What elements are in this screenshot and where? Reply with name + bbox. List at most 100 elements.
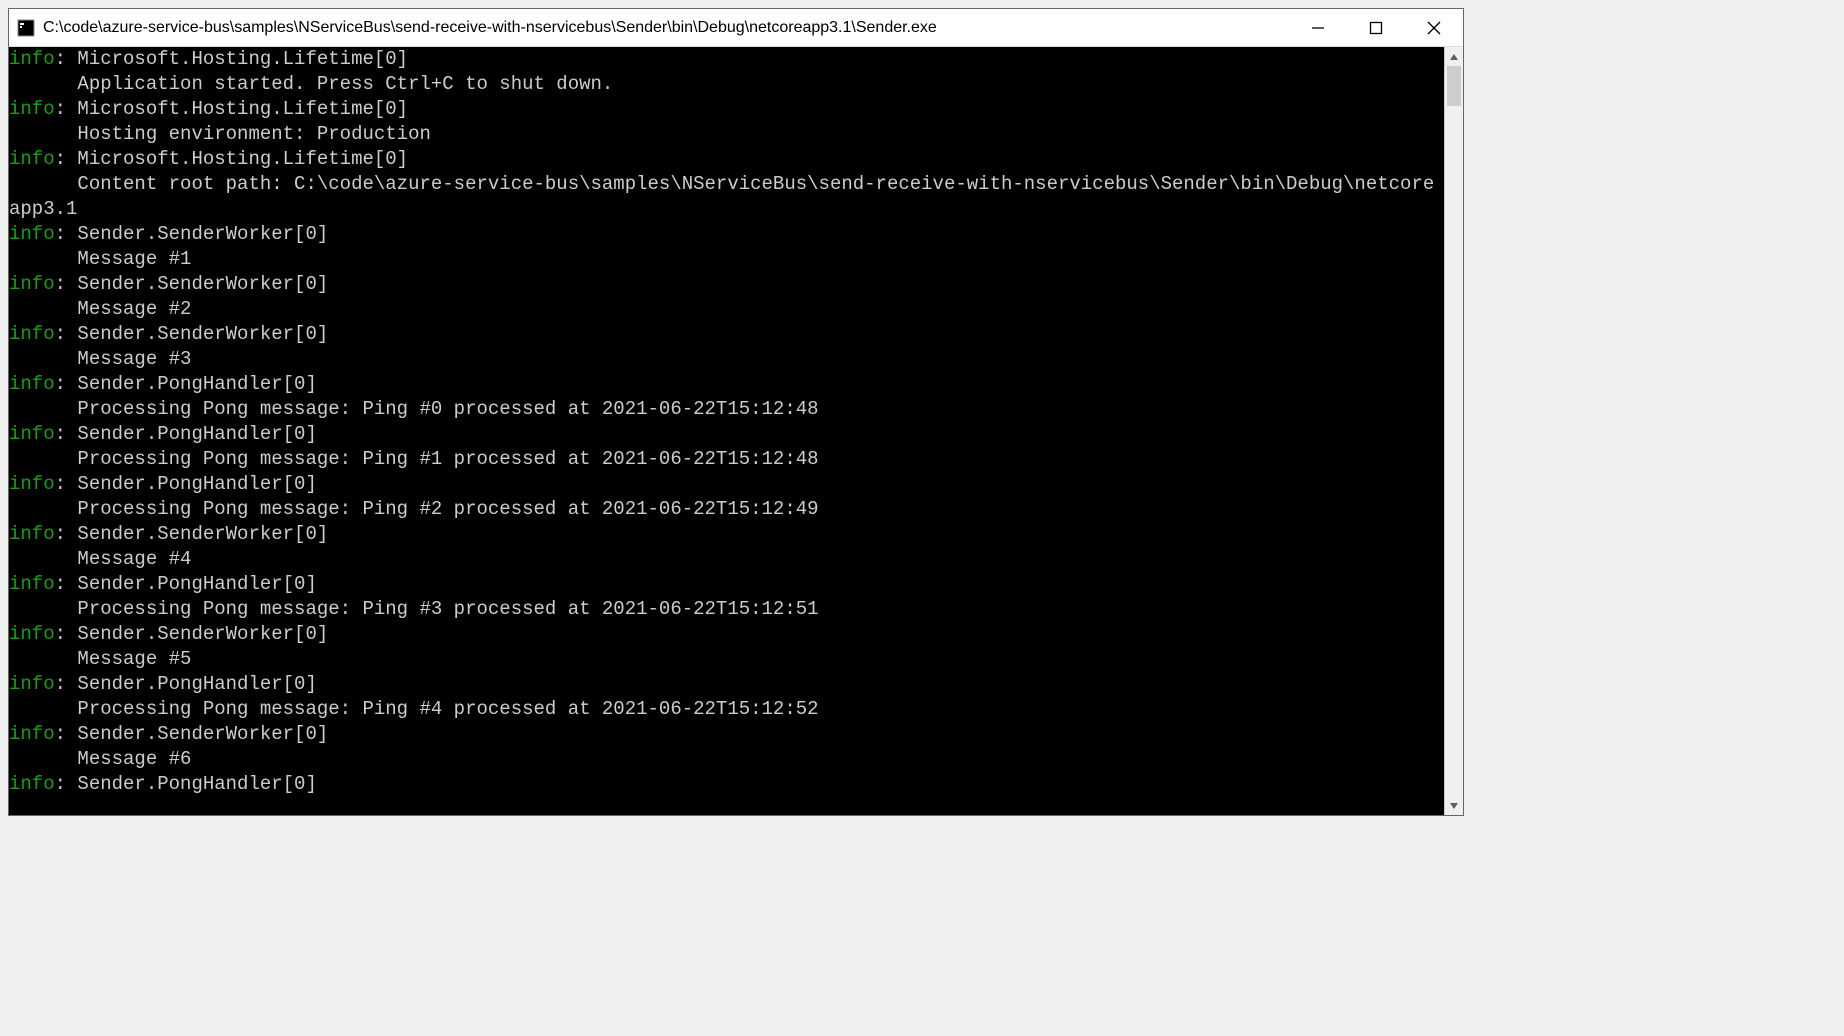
log-entry-header: info: Sender.SenderWorker[0] xyxy=(9,222,1444,247)
log-entry: info: Sender.PongHandler[0] xyxy=(9,772,1444,797)
log-entry: info: Sender.SenderWorker[0] Message #6 xyxy=(9,722,1444,772)
log-body: Application started. Press Ctrl+C to shu… xyxy=(9,72,1444,97)
log-separator: : xyxy=(55,48,78,70)
log-level: info xyxy=(9,473,55,495)
console-area: info: Microsoft.Hosting.Lifetime[0] Appl… xyxy=(9,47,1463,815)
log-level: info xyxy=(9,148,55,170)
log-source: Sender.PongHandler[0] xyxy=(77,423,316,445)
log-source: Sender.SenderWorker[0] xyxy=(77,623,328,645)
log-entry-header: info: Sender.PongHandler[0] xyxy=(9,772,1444,797)
log-level: info xyxy=(9,323,55,345)
vertical-scrollbar[interactable] xyxy=(1444,47,1463,815)
window-title: C:\code\azure-service-bus\samples\NServi… xyxy=(43,19,1289,37)
log-entry: info: Sender.SenderWorker[0] Message #4 xyxy=(9,522,1444,572)
log-source: Sender.PongHandler[0] xyxy=(77,373,316,395)
log-entry-header: info: Sender.SenderWorker[0] xyxy=(9,322,1444,347)
log-entry: info: Microsoft.Hosting.Lifetime[0] Host… xyxy=(9,97,1444,147)
log-source: Microsoft.Hosting.Lifetime[0] xyxy=(77,48,408,70)
log-entry: info: Sender.PongHandler[0] Processing P… xyxy=(9,372,1444,422)
log-level: info xyxy=(9,573,55,595)
maximize-button[interactable] xyxy=(1347,9,1405,46)
log-level: info xyxy=(9,523,55,545)
log-body: Message #6 xyxy=(9,747,1444,772)
log-body: Processing Pong message: Ping #1 process… xyxy=(9,447,1444,472)
log-entry-header: info: Sender.PongHandler[0] xyxy=(9,572,1444,597)
window-controls xyxy=(1289,9,1463,46)
log-source: Sender.PongHandler[0] xyxy=(77,573,316,595)
log-entry: info: Microsoft.Hosting.Lifetime[0] Cont… xyxy=(9,147,1444,222)
log-entry: info: Sender.SenderWorker[0] Message #5 xyxy=(9,622,1444,672)
log-separator: : xyxy=(55,573,78,595)
log-separator: : xyxy=(55,773,78,795)
log-entry-header: info: Sender.SenderWorker[0] xyxy=(9,522,1444,547)
log-source: Sender.SenderWorker[0] xyxy=(77,323,328,345)
log-level: info xyxy=(9,673,55,695)
log-entry: info: Sender.PongHandler[0] Processing P… xyxy=(9,672,1444,722)
log-level: info xyxy=(9,373,55,395)
log-source: Microsoft.Hosting.Lifetime[0] xyxy=(77,98,408,120)
scroll-thumb[interactable] xyxy=(1447,66,1461,106)
log-body: Message #3 xyxy=(9,347,1444,372)
log-entry-header: info: Sender.PongHandler[0] xyxy=(9,372,1444,397)
log-level: info xyxy=(9,773,55,795)
log-entry-header: info: Sender.PongHandler[0] xyxy=(9,472,1444,497)
log-source: Microsoft.Hosting.Lifetime[0] xyxy=(77,148,408,170)
log-level: info xyxy=(9,98,55,120)
scroll-up-button[interactable] xyxy=(1445,47,1463,66)
log-separator: : xyxy=(55,723,78,745)
log-body: Content root path: C:\code\azure-service… xyxy=(9,172,1444,222)
log-source: Sender.SenderWorker[0] xyxy=(77,723,328,745)
log-source: Sender.SenderWorker[0] xyxy=(77,223,328,245)
minimize-button[interactable] xyxy=(1289,9,1347,46)
log-level: info xyxy=(9,223,55,245)
log-level: info xyxy=(9,48,55,70)
log-separator: : xyxy=(55,473,78,495)
log-separator: : xyxy=(55,323,78,345)
log-separator: : xyxy=(55,623,78,645)
log-source: Sender.PongHandler[0] xyxy=(77,773,316,795)
log-body: Processing Pong message: Ping #3 process… xyxy=(9,597,1444,622)
log-source: Sender.PongHandler[0] xyxy=(77,473,316,495)
log-entry-header: info: Microsoft.Hosting.Lifetime[0] xyxy=(9,47,1444,72)
close-button[interactable] xyxy=(1405,9,1463,46)
log-separator: : xyxy=(55,223,78,245)
log-source: Sender.PongHandler[0] xyxy=(77,673,316,695)
log-entry: info: Microsoft.Hosting.Lifetime[0] Appl… xyxy=(9,47,1444,97)
log-separator: : xyxy=(55,523,78,545)
log-source: Sender.SenderWorker[0] xyxy=(77,523,328,545)
log-entry: info: Sender.SenderWorker[0] Message #3 xyxy=(9,322,1444,372)
log-entry: info: Sender.SenderWorker[0] Message #2 xyxy=(9,272,1444,322)
log-source: Sender.SenderWorker[0] xyxy=(77,273,328,295)
log-body: Message #2 xyxy=(9,297,1444,322)
log-separator: : xyxy=(55,273,78,295)
log-entry-header: info: Sender.PongHandler[0] xyxy=(9,672,1444,697)
log-separator: : xyxy=(55,373,78,395)
titlebar[interactable]: C:\code\azure-service-bus\samples\NServi… xyxy=(9,9,1463,47)
log-entry-header: info: Sender.SenderWorker[0] xyxy=(9,622,1444,647)
log-level: info xyxy=(9,723,55,745)
log-body: Hosting environment: Production xyxy=(9,122,1444,147)
scroll-down-button[interactable] xyxy=(1445,796,1463,815)
log-entry-header: info: Microsoft.Hosting.Lifetime[0] xyxy=(9,97,1444,122)
log-entry: info: Sender.PongHandler[0] Processing P… xyxy=(9,422,1444,472)
log-separator: : xyxy=(55,423,78,445)
log-entry-header: info: Sender.SenderWorker[0] xyxy=(9,272,1444,297)
log-entry: info: Sender.PongHandler[0] Processing P… xyxy=(9,572,1444,622)
log-entry: info: Sender.PongHandler[0] Processing P… xyxy=(9,472,1444,522)
log-entry: info: Sender.SenderWorker[0] Message #1 xyxy=(9,222,1444,272)
log-separator: : xyxy=(55,98,78,120)
console-window: C:\code\azure-service-bus\samples\NServi… xyxy=(8,8,1464,816)
log-body: Message #5 xyxy=(9,647,1444,672)
log-entry-header: info: Sender.SenderWorker[0] xyxy=(9,722,1444,747)
scroll-track[interactable] xyxy=(1445,66,1463,796)
log-entry-header: info: Microsoft.Hosting.Lifetime[0] xyxy=(9,147,1444,172)
log-level: info xyxy=(9,273,55,295)
app-icon xyxy=(17,19,35,37)
log-body: Processing Pong message: Ping #2 process… xyxy=(9,497,1444,522)
log-separator: : xyxy=(55,148,78,170)
console-output[interactable]: info: Microsoft.Hosting.Lifetime[0] Appl… xyxy=(9,47,1444,815)
log-body: Processing Pong message: Ping #4 process… xyxy=(9,697,1444,722)
log-separator: : xyxy=(55,673,78,695)
log-body: Message #4 xyxy=(9,547,1444,572)
log-body: Processing Pong message: Ping #0 process… xyxy=(9,397,1444,422)
